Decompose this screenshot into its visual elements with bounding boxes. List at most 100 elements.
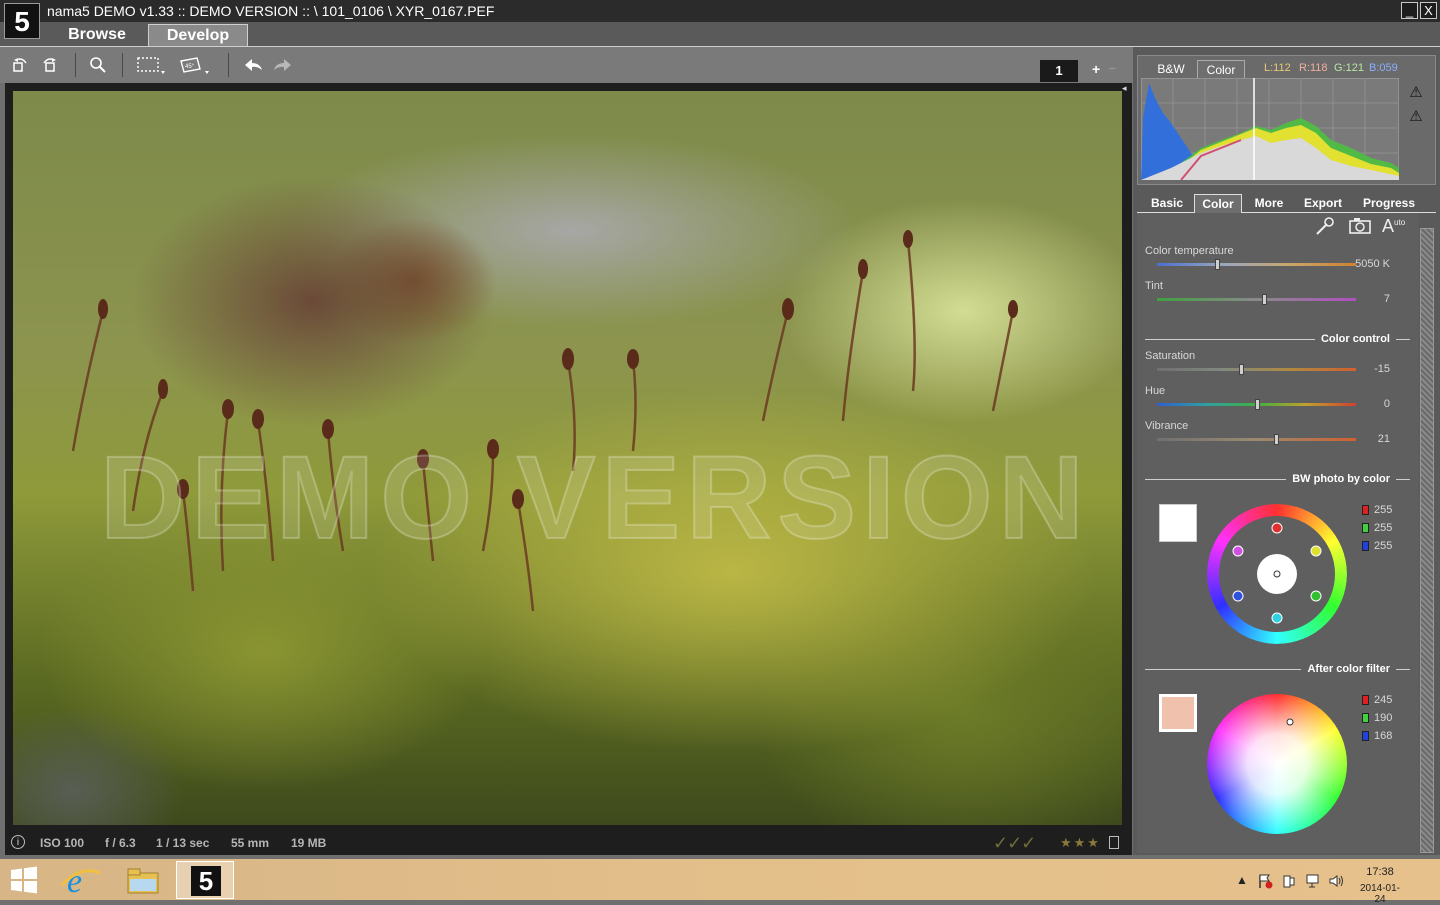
- camera-profile-icon[interactable]: [1348, 216, 1372, 241]
- red-channel-indicator: [1362, 505, 1369, 515]
- vibrance-slider[interactable]: [1157, 438, 1356, 441]
- bw-photo-by-color-heading: BW photo by color: [1286, 473, 1396, 485]
- bw-blue-value[interactable]: 255: [1374, 540, 1392, 552]
- close-button[interactable]: X: [1420, 2, 1437, 19]
- green-channel-indicator: [1362, 713, 1369, 723]
- green-channel-indicator: [1362, 523, 1369, 533]
- tab-export[interactable]: Export: [1297, 194, 1349, 213]
- app-logo: 5: [4, 3, 40, 39]
- volume-icon[interactable]: [1328, 873, 1346, 892]
- tab-progress[interactable]: Progress: [1356, 194, 1422, 213]
- network-icon[interactable]: [1305, 873, 1321, 892]
- tint-thumb[interactable]: [1262, 294, 1268, 305]
- color-temperature-thumb[interactable]: [1214, 259, 1220, 270]
- svg-text:45°: 45°: [185, 64, 195, 70]
- color-temperature-slider[interactable]: [1157, 263, 1356, 266]
- window-title: nama5 DEMO v1.33 :: DEMO VERSION :: \ 10…: [47, 3, 495, 19]
- filter-color-swatch: [1159, 694, 1197, 732]
- bw-color-swatch: [1159, 504, 1197, 542]
- iso-value: ISO 100: [40, 836, 85, 850]
- action-center-icon[interactable]: [1257, 873, 1273, 892]
- info-icon[interactable]: i: [11, 835, 25, 849]
- windows-start-icon[interactable]: [8, 865, 40, 900]
- filter-color-wheel[interactable]: [1206, 693, 1348, 835]
- bw-red-value[interactable]: 255: [1374, 504, 1392, 516]
- zoom-in-button[interactable]: +: [1092, 61, 1100, 77]
- bw-color-wheel[interactable]: [1206, 503, 1348, 645]
- rotate-left-icon[interactable]: [10, 55, 30, 75]
- histogram-tab-color[interactable]: Color: [1197, 60, 1245, 78]
- minimize-button[interactable]: _: [1401, 2, 1418, 19]
- zoom-icon[interactable]: [88, 55, 108, 75]
- color-control-heading: Color control: [1314, 333, 1396, 345]
- auto-label: A: [1382, 216, 1395, 236]
- saturation-thumb[interactable]: [1238, 364, 1244, 375]
- shutter-value: 1 / 13 sec: [156, 836, 210, 850]
- toolbar: [0, 47, 1133, 83]
- redo-icon[interactable]: [272, 55, 294, 75]
- auto-button[interactable]: Auto: [1382, 216, 1405, 237]
- blue-channel-indicator: [1362, 541, 1369, 551]
- vibrance-value[interactable]: 21: [1350, 433, 1390, 445]
- internet-explorer-icon[interactable]: e: [54, 861, 108, 900]
- toolbar-divider: [228, 53, 229, 77]
- hue-thumb[interactable]: [1254, 399, 1260, 410]
- histogram-g-value: G:121: [1334, 62, 1364, 74]
- vibrance-label: Vibrance: [1145, 420, 1189, 432]
- toolbar-divider: [75, 53, 76, 77]
- vibrance-thumb[interactable]: [1274, 434, 1280, 445]
- power-icon[interactable]: [1281, 873, 1297, 892]
- shadow-clipping-warning-icon[interactable]: ⚠: [1406, 107, 1426, 125]
- page-number[interactable]: 1: [1040, 60, 1078, 82]
- histogram-l-value: L:112: [1264, 62, 1291, 74]
- toolbar-divider: [122, 53, 123, 77]
- clock-date[interactable]: 2014-01-24: [1358, 883, 1402, 905]
- saturation-value[interactable]: -15: [1350, 363, 1390, 375]
- file-explorer-icon[interactable]: [116, 861, 170, 899]
- color-temperature-label: Color temperature: [1145, 245, 1234, 257]
- tint-label: Tint: [1145, 280, 1163, 292]
- bw-green-value[interactable]: 255: [1374, 522, 1392, 534]
- color-temperature-value[interactable]: 5050 K: [1350, 258, 1390, 270]
- after-color-filter-heading: After color filter: [1301, 663, 1396, 675]
- settings-scrollbar[interactable]: [1420, 228, 1434, 853]
- show-hidden-icons-icon[interactable]: ▲: [1236, 873, 1248, 887]
- saturation-slider[interactable]: [1157, 368, 1356, 371]
- check-flags[interactable]: ✓✓✓: [993, 833, 1036, 854]
- hue-label: Hue: [1145, 385, 1166, 397]
- saturation-label: Saturation: [1145, 350, 1196, 362]
- file-size-value: 19 MB: [291, 836, 327, 850]
- tab-develop[interactable]: Develop: [148, 24, 248, 46]
- highlight-clipping-warning-icon[interactable]: ⚠: [1406, 83, 1426, 101]
- crop-icon[interactable]: [136, 55, 166, 75]
- filter-green-value[interactable]: 190: [1374, 712, 1392, 724]
- tint-slider[interactable]: [1157, 298, 1356, 301]
- rotate-right-icon[interactable]: [40, 55, 60, 75]
- eyedropper-icon[interactable]: [1314, 216, 1336, 241]
- nama5-app-icon: 5: [191, 866, 221, 896]
- svg-text:e: e: [67, 863, 82, 899]
- tab-color[interactable]: Color: [1194, 194, 1242, 213]
- tab-browse[interactable]: Browse: [50, 24, 144, 46]
- histogram-graph: [1141, 78, 1399, 180]
- tab-basic[interactable]: Basic: [1143, 194, 1191, 213]
- collapse-panel-icon[interactable]: ◂: [1122, 83, 1127, 94]
- star-rating[interactable]: ★★★: [1060, 835, 1101, 851]
- clock-time[interactable]: 17:38: [1360, 866, 1400, 878]
- hue-value[interactable]: 0: [1350, 398, 1390, 410]
- notes-icon[interactable]: [1109, 836, 1119, 849]
- filter-red-value[interactable]: 245: [1374, 694, 1392, 706]
- zoom-out-button[interactable]: −: [1108, 60, 1116, 76]
- aperture-value: f / 6.3: [105, 836, 136, 850]
- tab-more[interactable]: More: [1247, 194, 1291, 213]
- tint-value[interactable]: 7: [1350, 293, 1390, 305]
- straighten-icon[interactable]: 45°: [178, 55, 212, 75]
- auto-label-suffix: uto: [1394, 218, 1406, 227]
- focal-length-value: 55 mm: [231, 836, 270, 850]
- undo-icon[interactable]: [242, 55, 264, 75]
- nama5-taskbar-button[interactable]: 5: [176, 861, 234, 899]
- histogram-tab-bw[interactable]: B&W: [1150, 60, 1192, 78]
- demo-watermark: DEMO VERSION: [99, 431, 1090, 565]
- red-channel-indicator: [1362, 695, 1369, 705]
- filter-blue-value[interactable]: 168: [1374, 730, 1392, 742]
